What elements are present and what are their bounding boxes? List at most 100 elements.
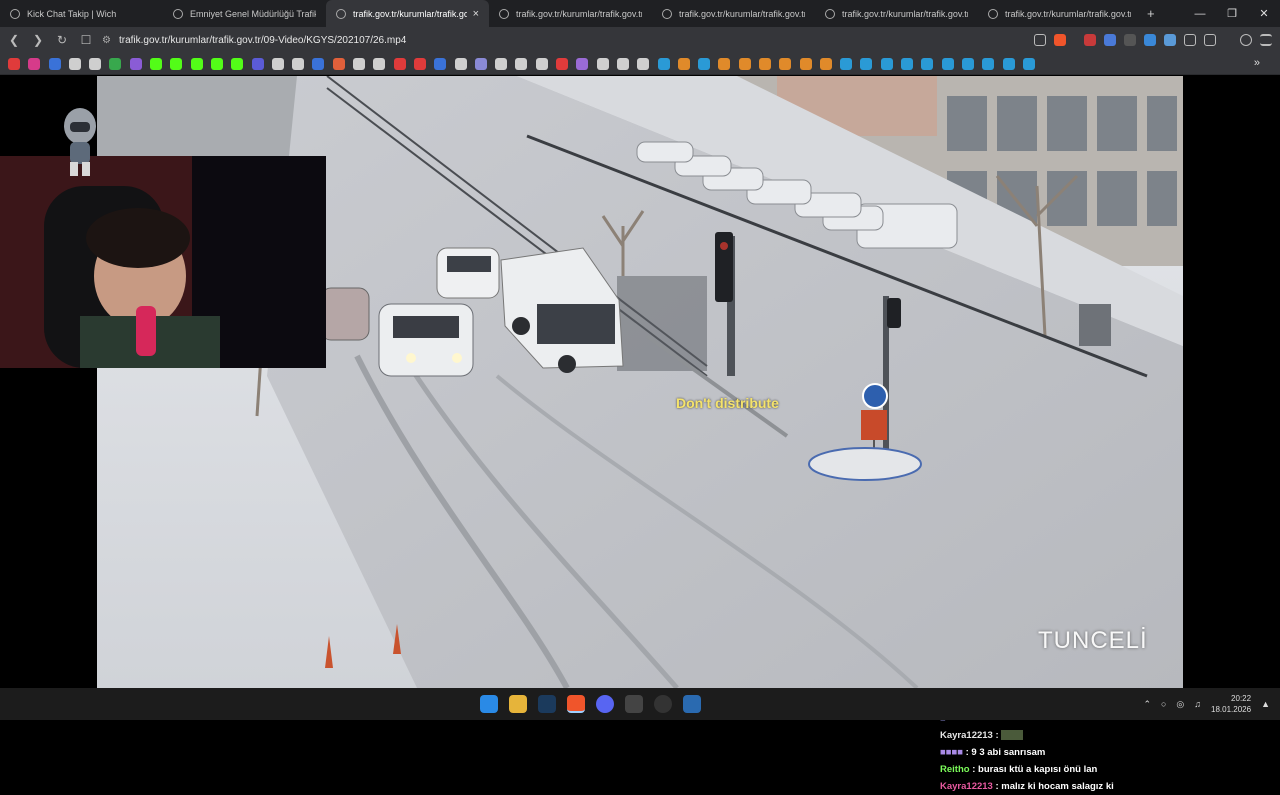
bookmark-icon[interactable] [1002, 57, 1015, 70]
bookmark-icon[interactable] [596, 57, 609, 70]
extension-icon[interactable] [1144, 34, 1156, 46]
bookmark-icon[interactable] [799, 57, 812, 70]
mic-icon[interactable]: ◎ [1176, 699, 1184, 710]
bookmark-icon[interactable] [332, 57, 345, 70]
obs-icon[interactable] [624, 695, 643, 713]
brave-shield-icon[interactable] [1054, 34, 1066, 46]
extensions-puzzle-icon[interactable] [1184, 34, 1196, 46]
forward-icon[interactable]: ❯ [28, 33, 48, 47]
bookmark-icon[interactable] [1022, 57, 1035, 70]
extension-icon[interactable] [1124, 34, 1136, 46]
bookmark-icon[interactable] [413, 57, 426, 70]
bookmark-icon[interactable] [393, 57, 406, 70]
bookmark-icon[interactable] [657, 57, 670, 70]
bookmark-icon[interactable] [941, 57, 954, 70]
bookmark-icon[interactable] [495, 57, 508, 70]
bookmark-icon[interactable] [251, 57, 264, 70]
bookmark-icon[interactable] [210, 57, 223, 70]
discord-icon[interactable] [595, 695, 614, 713]
tab-2-active[interactable]: trafik.gov.tr/kurumlar/trafik.gov × [326, 0, 489, 27]
bookmark-icon[interactable] [434, 57, 447, 70]
bookmark-icon[interactable] [271, 57, 284, 70]
chat-overlay: ■ Kayra12213 : ■■■■ : 9 3 abi sanrısam R… [940, 710, 1180, 795]
bookmark-icon[interactable] [89, 57, 102, 70]
bookmark-icon[interactable] [535, 57, 548, 70]
bookmark-icon[interactable] [373, 57, 386, 70]
media-icon[interactable] [1240, 34, 1252, 46]
brave-browser-icon[interactable] [566, 695, 585, 713]
bookmark-icon[interactable] [860, 57, 873, 70]
back-icon[interactable]: ❮ [4, 33, 24, 47]
tab-6[interactable]: trafik.gov.tr/kurumlar/trafik.gov.tr/09 [978, 0, 1141, 27]
site-settings-icon[interactable]: ⚙ [102, 35, 111, 46]
bookmark-icon[interactable] [353, 57, 366, 70]
bookmark-icon[interactable] [556, 57, 569, 70]
toolbar-extensions [1034, 27, 1272, 53]
extension-icon[interactable] [1104, 34, 1116, 46]
bookmark-icon[interactable] [840, 57, 853, 70]
bookmark-icon[interactable] [28, 57, 41, 70]
address-bar-row: ❮ ❯ ↻ ☐ ⚙ trafik.gov.tr/kurumlar/trafik.… [0, 27, 1280, 53]
tab-4[interactable]: trafik.gov.tr/kurumlar/trafik.gov.tr/09 [652, 0, 815, 27]
bookmark-icon[interactable] [738, 57, 751, 70]
chat-text: burası ktü a kapısı önü lan [978, 764, 1098, 775]
bookmark-icon[interactable] [880, 57, 893, 70]
sidebar-icon[interactable] [1204, 34, 1216, 46]
restore-button[interactable]: ❐ [1216, 7, 1248, 20]
bookmark-icon[interactable]: ☐ [76, 33, 96, 47]
bookmark-icon[interactable] [982, 57, 995, 70]
extension-icon[interactable] [1084, 34, 1096, 46]
bookmark-icon[interactable] [8, 57, 20, 70]
bookmark-icon[interactable] [129, 57, 142, 70]
app-icon[interactable] [653, 695, 672, 713]
bookmark-icon[interactable] [779, 57, 792, 70]
bookmark-icon[interactable] [454, 57, 467, 70]
new-tab-button[interactable]: + [1147, 6, 1155, 21]
bookmark-icon[interactable] [170, 57, 183, 70]
file-explorer-icon[interactable] [508, 695, 527, 713]
bookmark-icon[interactable] [718, 57, 731, 70]
bookmark-icon[interactable] [190, 57, 203, 70]
tab-3[interactable]: trafik.gov.tr/kurumlar/trafik.gov.tr/09 [489, 0, 652, 27]
tab-close-icon[interactable]: × [473, 8, 479, 20]
volume-icon[interactable]: ♫ [1194, 699, 1201, 709]
bookmark-icon[interactable] [921, 57, 934, 70]
bookmark-icon[interactable] [758, 57, 771, 70]
bookmark-icon[interactable] [68, 57, 81, 70]
bookmark-icon[interactable] [576, 57, 589, 70]
url-field[interactable]: ⚙ trafik.gov.tr/kurumlar/trafik.gov.tr/0… [102, 35, 406, 46]
bookmark-icon[interactable] [231, 57, 244, 70]
share-icon[interactable] [1034, 34, 1046, 46]
clock[interactable]: 20:22 18.01.2026 [1211, 693, 1251, 715]
tab-5[interactable]: trafik.gov.tr/kurumlar/trafik.gov.tr/09 [815, 0, 978, 27]
start-menu-icon[interactable] [479, 695, 498, 713]
bookmark-icon[interactable] [698, 57, 711, 70]
bookmarks-overflow-icon[interactable]: » [1254, 57, 1260, 69]
bookmark-icon[interactable] [961, 57, 974, 70]
bookmark-icon[interactable] [515, 57, 528, 70]
tab-0[interactable]: Kick Chat Takip | Wich [0, 0, 163, 27]
steam-icon[interactable] [537, 695, 556, 713]
tab-favicon-icon [825, 8, 835, 19]
bookmark-icon[interactable] [48, 57, 61, 70]
reload-icon[interactable]: ↻ [52, 33, 72, 47]
extension-icon[interactable] [1164, 34, 1176, 46]
minimize-button[interactable]: — [1184, 8, 1216, 20]
bookmark-icon[interactable] [292, 57, 305, 70]
bookmark-icon[interactable] [637, 57, 650, 70]
bookmark-icon[interactable] [109, 57, 122, 70]
bookmark-icon[interactable] [616, 57, 629, 70]
steam-alt-icon[interactable] [682, 695, 701, 713]
bookmark-icon[interactable] [677, 57, 690, 70]
tray-overflow-icon[interactable]: ⌃ [1143, 699, 1151, 710]
bookmark-icon[interactable] [819, 57, 832, 70]
bookmark-icon[interactable] [474, 57, 487, 70]
network-icon[interactable]: ○ [1161, 699, 1166, 709]
bookmark-icon[interactable] [312, 57, 325, 70]
menu-icon[interactable] [1260, 34, 1272, 46]
bookmark-icon[interactable] [901, 57, 914, 70]
notification-bell-icon[interactable]: ▲ [1261, 699, 1270, 709]
close-window-button[interactable]: ✕ [1248, 7, 1280, 20]
bookmark-icon[interactable] [150, 57, 163, 70]
tab-1[interactable]: Emniyet Genel Müdürlüğü Trafik Baş [163, 0, 326, 27]
